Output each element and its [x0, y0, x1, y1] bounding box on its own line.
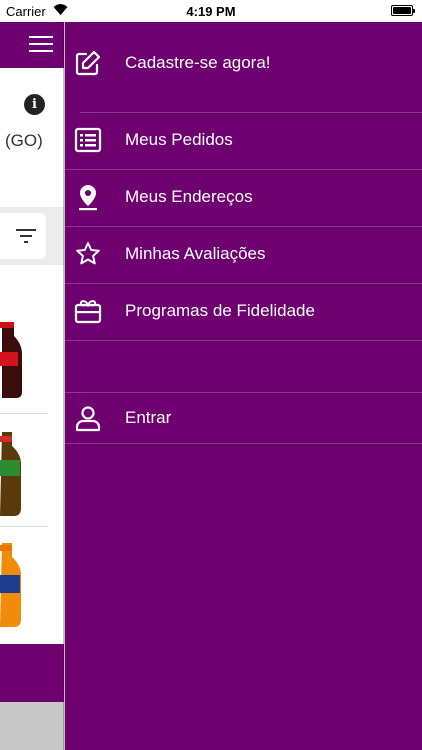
app-screen: i (GO) Carrier 4:19 PM Cadastre-se agora… [0, 0, 422, 750]
list-divider [0, 526, 48, 527]
list-icon [74, 127, 102, 153]
drawer-item-orders[interactable]: Meus Pedidos [65, 112, 422, 169]
gift-card-icon [74, 300, 102, 324]
background-footer [0, 702, 64, 750]
drawer-item-addresses[interactable]: Meus Endereços [65, 169, 422, 226]
drawer-item-register[interactable]: Cadastre-se agora! [65, 35, 422, 92]
clock: 4:19 PM [186, 4, 236, 19]
drawer-item-label: Meus Endereços [125, 187, 253, 206]
drawer-item-label: Minhas Avaliações [125, 244, 266, 263]
drawer-item-label: Meus Pedidos [125, 130, 233, 149]
filter-icon[interactable] [16, 228, 36, 244]
drawer-item-label: Programas de Fidelidade [125, 301, 315, 320]
divider [65, 443, 422, 444]
star-icon [76, 242, 100, 265]
drawer-item-label: Cadastre-se agora! [125, 53, 271, 72]
navigation-drawer: Cadastre-se agora! Meus Pedidos Meus End… [65, 0, 422, 750]
menu-icon[interactable] [29, 36, 53, 54]
status-bar: Carrier 4:19 PM [0, 0, 422, 22]
edit-icon [75, 50, 101, 76]
location-pin-icon [79, 185, 97, 211]
product-image[interactable] [0, 322, 22, 398]
drawer-item-label: Entrar [125, 408, 172, 427]
user-icon [75, 406, 101, 432]
background-bottom-bar [0, 644, 64, 702]
list-divider [0, 413, 48, 414]
drawer-item-loyalty[interactable]: Programas de Fidelidade [65, 283, 422, 340]
drawer-item-login[interactable]: Entrar [65, 390, 422, 447]
city-label: (GO) [5, 131, 43, 150]
drawer-item-reviews[interactable]: Minhas Avaliações [65, 226, 422, 283]
product-image[interactable] [0, 432, 22, 516]
battery-icon [391, 5, 415, 16]
product-image[interactable] [0, 543, 22, 627]
divider [65, 340, 422, 341]
info-icon[interactable]: i [24, 94, 45, 115]
background-page: i (GO) [0, 0, 64, 750]
